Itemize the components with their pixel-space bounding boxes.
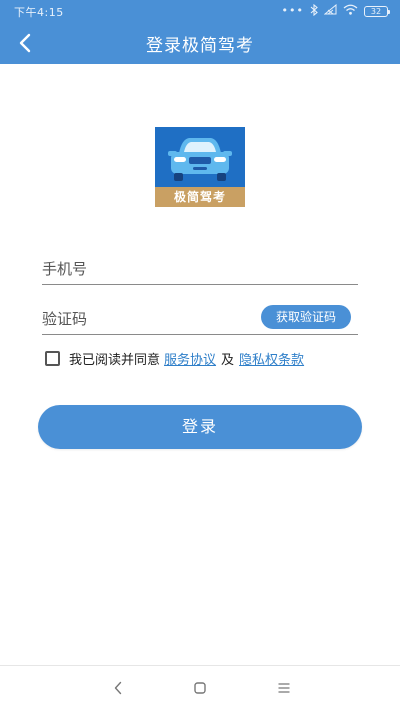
notification-dots-icon: ••• — [281, 4, 304, 17]
signal-off-icon — [323, 3, 337, 18]
app-header: 下午4:15 ••• 32 登录极简驾考 — [0, 0, 400, 64]
status-bar: 下午4:15 ••• 32 — [0, 0, 400, 22]
car-icon — [168, 138, 232, 181]
bluetooth-icon — [310, 3, 318, 19]
status-time: 下午4:15 — [14, 6, 64, 19]
status-icons: ••• 32 — [281, 3, 390, 19]
verification-code-input[interactable] — [42, 306, 252, 332]
system-nav-bar — [0, 665, 400, 710]
agreement-and-text: 及 — [221, 352, 235, 368]
nav-home-icon — [194, 682, 206, 694]
page-title: 登录极简驾考 — [146, 36, 254, 56]
agreement-row: 我已阅读并同意 服务协议 及 隐私权条款 — [45, 348, 304, 368]
phone-field — [42, 254, 358, 285]
battery-icon: 32 — [364, 5, 390, 17]
nav-menu-icon — [278, 683, 290, 693]
nav-home-button[interactable] — [188, 676, 212, 700]
login-button[interactable]: 登录 — [38, 405, 362, 449]
agreement-checkbox[interactable] — [45, 350, 60, 366]
verification-code-field: 获取验证码 — [42, 304, 358, 335]
service-agreement-link[interactable]: 服务协议 — [164, 349, 216, 368]
phone-input[interactable] — [42, 256, 252, 282]
nav-back-button[interactable] — [106, 676, 130, 700]
login-screen: 下午4:15 ••• 32 登录极简驾考 极简驾考 手机号 验证码 获取验证码 … — [0, 0, 400, 710]
app-logo: 极简驾考 — [155, 127, 245, 207]
title-bar: 登录极简驾考 — [0, 22, 400, 64]
agreement-text: 我已阅读并同意 — [69, 352, 161, 368]
nav-menu-button[interactable] — [272, 676, 296, 700]
get-code-button[interactable]: 获取验证码 — [261, 305, 351, 329]
privacy-policy-link[interactable]: 隐私权条款 — [239, 349, 304, 368]
logo-label: 极简驾考 — [173, 190, 226, 204]
nav-back-icon — [114, 681, 122, 695]
wifi-icon — [343, 4, 358, 18]
